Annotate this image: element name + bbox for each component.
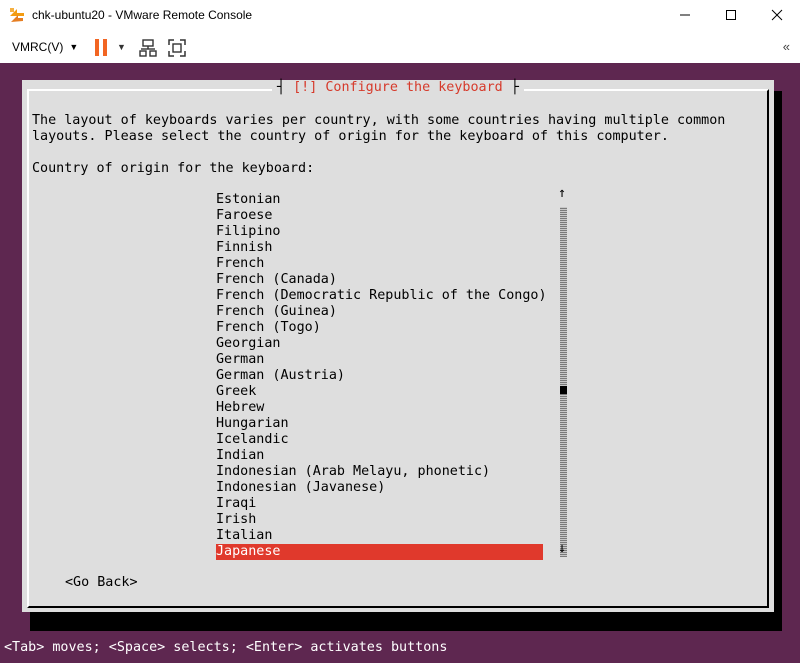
dialog-prompt: Country of origin for the keyboard:: [32, 161, 315, 176]
dialog-title-text: [!]: [293, 80, 318, 95]
dialog-title: ┤ [!] Configure the keyboard ├: [272, 80, 524, 96]
intro-line-2: layouts. Please select the country of or…: [32, 129, 669, 144]
list-item[interactable]: Indonesian (Javanese): [216, 480, 543, 496]
list-item[interactable]: Filipino: [216, 224, 543, 240]
close-icon: [771, 9, 783, 21]
maximize-button[interactable]: [708, 0, 754, 30]
scroll-up-arrow-icon[interactable]: ↑: [558, 186, 566, 202]
installer-dialog: ┤ [!] Configure the keyboard ├ The layou…: [22, 80, 774, 612]
scrollbar-thumb[interactable]: [560, 386, 567, 394]
list-item[interactable]: Irish: [216, 512, 543, 528]
minimize-button[interactable]: [662, 0, 708, 30]
list-item[interactable]: French (Guinea): [216, 304, 543, 320]
list-item[interactable]: French (Togo): [216, 320, 543, 336]
country-list[interactable]: Estonian Faroese Filipino Finnish French Fren…: [216, 192, 547, 560]
list-item-selected[interactable]: Japanese: [216, 544, 543, 560]
pause-button[interactable]: [95, 39, 109, 56]
list-item[interactable]: Faroese: [216, 208, 543, 224]
network-devices-icon[interactable]: [138, 38, 158, 58]
list-item[interactable]: Icelandic: [216, 432, 543, 448]
status-bar: <Tab> moves; <Space> selects; <Enter> ac…: [4, 640, 448, 655]
list-item[interactable]: Georgian: [216, 336, 543, 352]
minimize-icon: [680, 14, 690, 16]
list-item[interactable]: Finnish: [216, 240, 543, 256]
pause-icon: [95, 39, 99, 56]
list-item[interactable]: Indian: [216, 448, 543, 464]
power-menu-chevron-icon[interactable]: ▼: [117, 42, 126, 52]
list-item[interactable]: French: [216, 256, 543, 272]
window-title: chk-ubuntu20 - VMware Remote Console: [32, 8, 253, 22]
collapse-toolbar-icon[interactable]: «: [783, 39, 790, 54]
vmrc-menu-label: VMRC(V): [12, 40, 64, 54]
list-item[interactable]: German: [216, 352, 543, 368]
maximize-icon: [726, 10, 736, 20]
list-item[interactable]: Iraqi: [216, 496, 543, 512]
list-item[interactable]: German (Austria): [216, 368, 543, 384]
dialog-title-bar-right: ├: [510, 80, 519, 95]
list-item[interactable]: French (Democratic Republic of the Congo…: [216, 288, 547, 304]
list-item[interactable]: Italian: [216, 528, 543, 544]
fullscreen-icon[interactable]: [167, 38, 187, 58]
vmrc-menu-button[interactable]: VMRC(V) ▼: [12, 40, 78, 54]
dialog-intro: The layout of keyboards varies per count…: [32, 113, 725, 145]
chevron-down-icon: ▼: [69, 42, 79, 52]
window-titlebar: chk-ubuntu20 - VMware Remote Console: [0, 0, 800, 32]
list-item[interactable]: Greek: [216, 384, 543, 400]
guest-console[interactable]: ┤ [!] Configure the keyboard ├ The layou…: [0, 63, 800, 663]
list-item[interactable]: Hebrew: [216, 400, 543, 416]
intro-line-1: The layout of keyboards varies per count…: [32, 113, 726, 128]
dialog-title-bar-left: ┤: [277, 80, 286, 95]
close-button[interactable]: [754, 0, 800, 30]
scroll-down-arrow-icon[interactable]: ↓: [558, 541, 566, 557]
list-item[interactable]: Hungarian: [216, 416, 543, 432]
list-item[interactable]: Indonesian (Arab Melayu, phonetic): [216, 464, 543, 480]
list-item[interactable]: Estonian: [216, 192, 543, 208]
vmware-app-icon: [10, 8, 24, 22]
list-item[interactable]: French (Canada): [216, 272, 543, 288]
go-back-button[interactable]: <Go Back>: [65, 575, 138, 591]
scrollbar-track[interactable]: [560, 207, 567, 557]
vmrc-toolbar: VMRC(V) ▼ ▼ «: [0, 31, 800, 63]
